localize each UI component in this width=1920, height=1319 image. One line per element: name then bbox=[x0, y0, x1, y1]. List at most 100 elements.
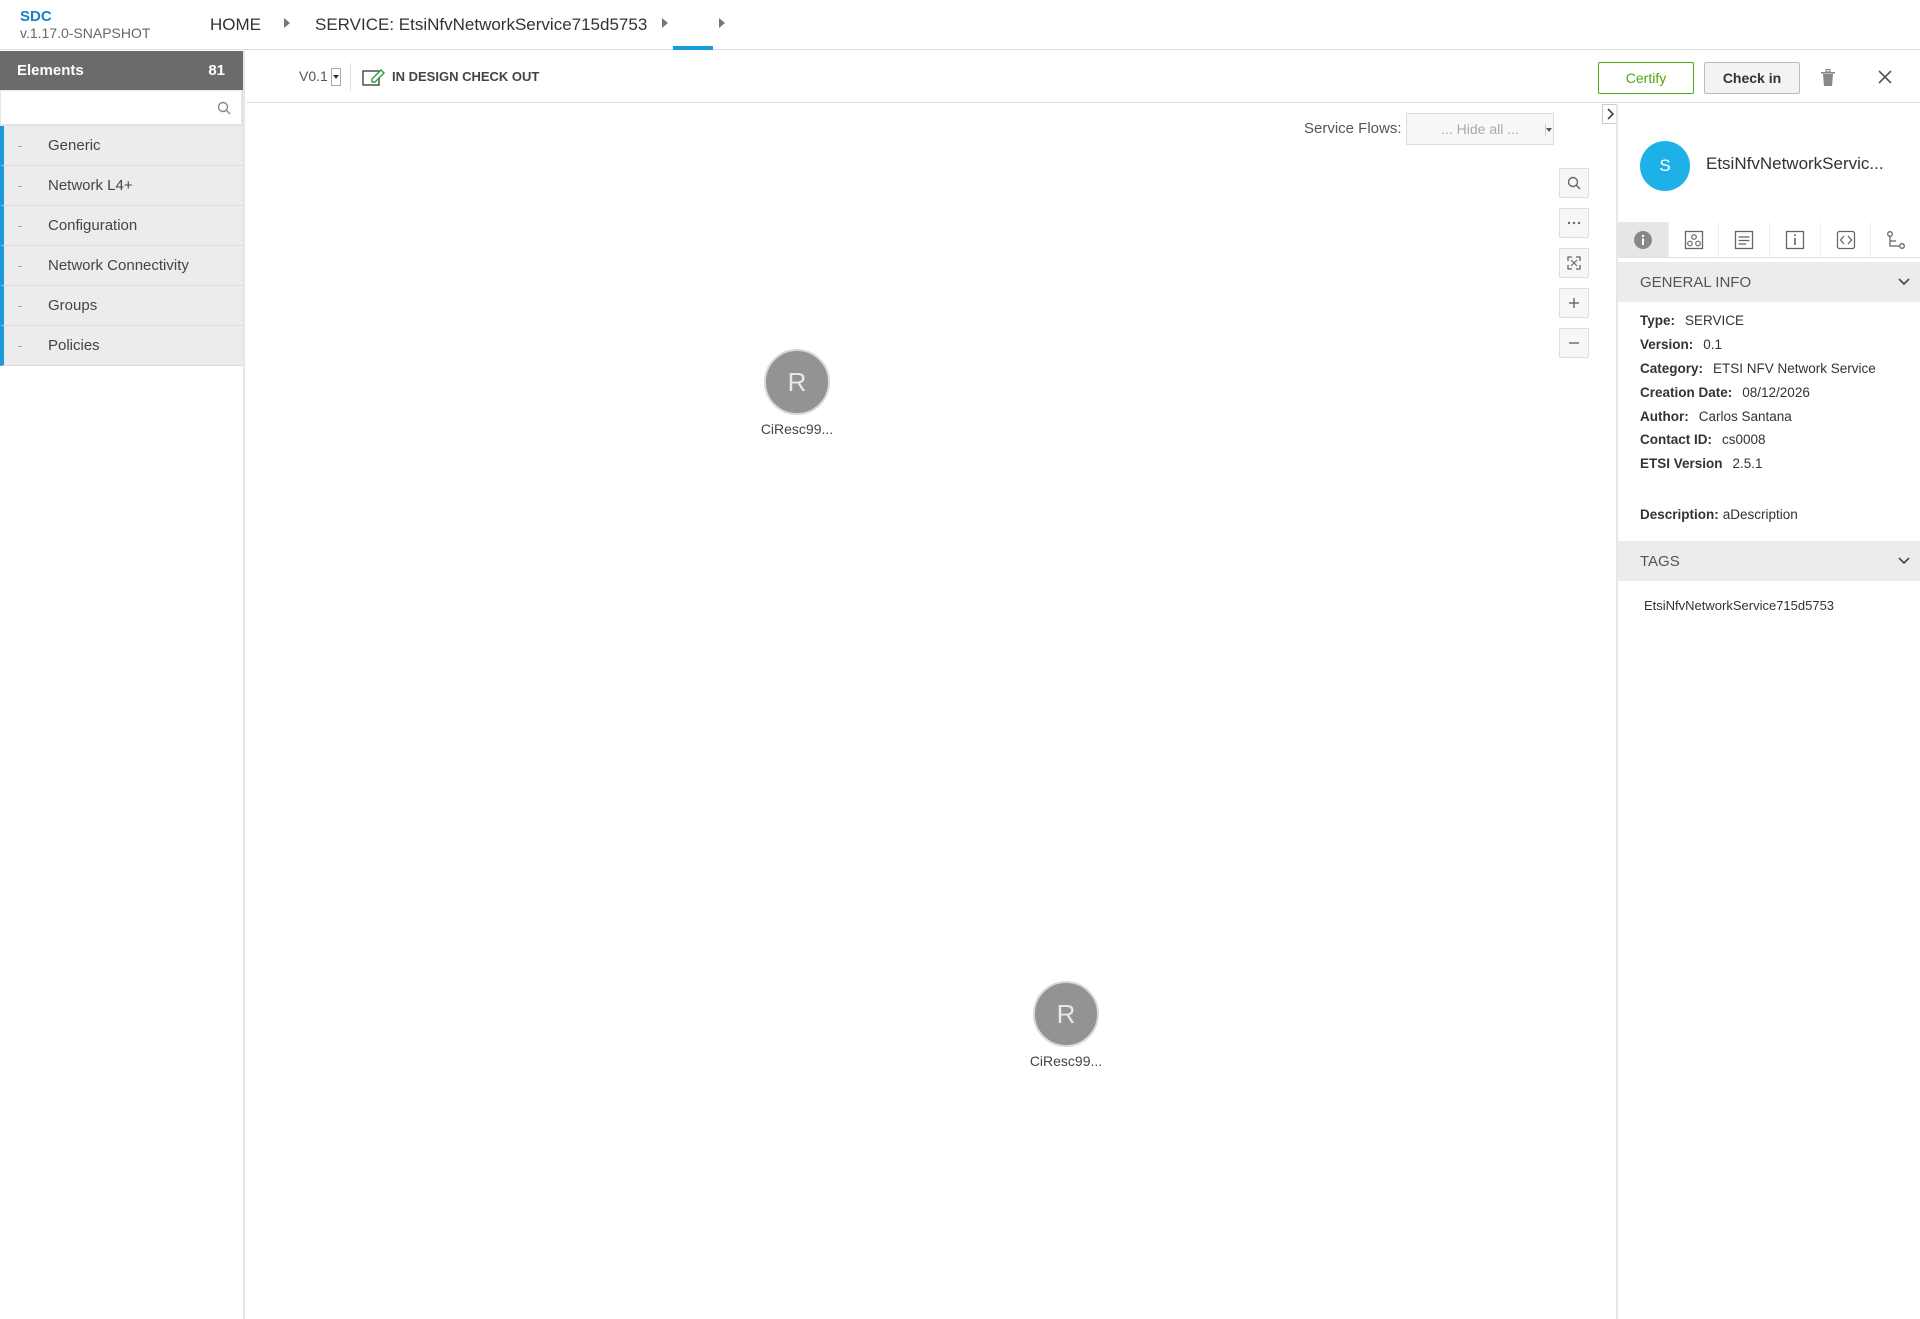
elements-title: Elements bbox=[17, 62, 84, 79]
lifecycle-state: IN DESIGN CHECK OUT bbox=[392, 69, 540, 84]
info-label: ETSI Version bbox=[1640, 456, 1723, 471]
chevron-down-icon bbox=[1898, 278, 1910, 286]
tab-relations[interactable] bbox=[1871, 222, 1920, 257]
tag-item: EtsiNfvNetworkService715d5753 bbox=[1644, 598, 1835, 613]
category-network-l4[interactable]: - Network L4+ bbox=[0, 166, 243, 206]
relations-icon bbox=[1887, 230, 1906, 249]
search-icon bbox=[1567, 176, 1581, 190]
breadcrumb-arrow-icon[interactable] bbox=[719, 18, 725, 28]
fit-icon bbox=[1567, 256, 1581, 270]
canvas-node[interactable]: R CiResc99... bbox=[1026, 981, 1106, 1069]
node-icon: R bbox=[1033, 981, 1099, 1047]
breadcrumb-active-indicator bbox=[673, 46, 713, 50]
info-author: Author: Carlos Santana bbox=[1640, 409, 1792, 424]
service-flows-select[interactable]: ... Hide all ... bbox=[1406, 113, 1554, 145]
category-label: Policies bbox=[48, 337, 100, 354]
zoom-in-button[interactable] bbox=[1559, 288, 1589, 318]
canvas-fit-button[interactable] bbox=[1559, 248, 1589, 278]
info-contact-id: Contact ID: cs0008 bbox=[1640, 432, 1766, 447]
avatar: S bbox=[1640, 141, 1690, 191]
chevron-right-icon bbox=[1607, 108, 1614, 120]
api-icon bbox=[1836, 230, 1855, 249]
elements-count: 81 bbox=[208, 62, 225, 79]
category-groups[interactable]: - Groups bbox=[0, 286, 243, 326]
service-flows-value: ... Hide all ... bbox=[1441, 121, 1519, 137]
general-info-header[interactable]: GENERAL INFO bbox=[1618, 262, 1920, 302]
category-label: Configuration bbox=[48, 217, 138, 234]
chevron-down-icon bbox=[1545, 124, 1552, 136]
checkout-edit-icon bbox=[362, 69, 385, 86]
description-value: aDescription bbox=[1722, 507, 1798, 522]
close-icon[interactable] bbox=[1878, 70, 1892, 84]
info-description: Description: aDescription bbox=[1640, 507, 1798, 522]
top-bar: SDC v.1.17.0-SNAPSHOT HOME SERVICE: Etsi… bbox=[0, 0, 1920, 50]
info-label: Creation Date: bbox=[1640, 385, 1733, 400]
check-in-button[interactable]: Check in bbox=[1704, 62, 1800, 94]
tab-composition[interactable] bbox=[1669, 222, 1720, 257]
category-configuration[interactable]: - Configuration bbox=[0, 206, 243, 246]
node-icon: R bbox=[764, 349, 830, 415]
chevron-down-icon[interactable] bbox=[331, 68, 341, 86]
info-value: 2.5.1 bbox=[1732, 456, 1763, 471]
category-label: Network L4+ bbox=[48, 177, 133, 194]
service-flows-label: Service Flows: bbox=[1304, 120, 1402, 137]
category-generic[interactable]: - Generic bbox=[0, 126, 243, 166]
breadcrumb-home[interactable]: HOME bbox=[210, 15, 261, 35]
brand-version: v.1.17.0-SNAPSHOT bbox=[20, 25, 151, 41]
elements-search bbox=[0, 90, 243, 126]
category-label: Generic bbox=[48, 137, 101, 154]
zoom-in-icon bbox=[1569, 298, 1579, 308]
breadcrumb-arrow-icon[interactable] bbox=[662, 18, 668, 28]
node-label: CiResc99... bbox=[1029, 1053, 1103, 1069]
zoom-out-button[interactable] bbox=[1559, 328, 1589, 358]
tags-header[interactable]: TAGS bbox=[1618, 541, 1920, 581]
info-value: cs0008 bbox=[1722, 432, 1766, 447]
collapse-marker: - bbox=[18, 218, 23, 233]
tab-general-info[interactable] bbox=[1618, 222, 1669, 257]
category-label: Network Connectivity bbox=[48, 257, 189, 274]
info-etsi-version: ETSI Version 2.5.1 bbox=[1640, 456, 1763, 471]
info-label: Author: bbox=[1640, 409, 1689, 424]
certify-button[interactable]: Certify bbox=[1598, 62, 1694, 94]
deployment-icon bbox=[1735, 230, 1754, 249]
info-icon bbox=[1633, 230, 1652, 249]
more-icon bbox=[1567, 221, 1581, 225]
category-network-connectivity[interactable]: - Network Connectivity bbox=[0, 246, 243, 286]
info-label: Contact ID: bbox=[1640, 432, 1712, 447]
info-label: Version: bbox=[1640, 337, 1694, 352]
tab-api[interactable] bbox=[1821, 222, 1872, 257]
elements-panel: Elements 81 - Generic - Network L4+ - Confi… bbox=[0, 51, 245, 1319]
collapse-marker: - bbox=[18, 178, 23, 193]
canvas-more-button[interactable] bbox=[1559, 208, 1589, 238]
collapse-marker: - bbox=[18, 258, 23, 273]
canvas-search-button[interactable] bbox=[1559, 168, 1589, 198]
collapse-marker: - bbox=[18, 138, 23, 153]
category-policies[interactable]: - Policies bbox=[0, 326, 243, 366]
composition-canvas[interactable]: Service Flows: ... Hide all ... R CiResc… bbox=[246, 104, 1616, 1319]
elements-header: Elements 81 bbox=[0, 51, 243, 90]
tab-properties[interactable] bbox=[1770, 222, 1821, 257]
node-label: CiResc99... bbox=[760, 421, 834, 437]
tab-deployment[interactable] bbox=[1719, 222, 1771, 257]
info-creation-date: Creation Date: 08/12/2026 bbox=[1640, 385, 1810, 400]
elements-search-input[interactable] bbox=[0, 90, 242, 125]
info-value: SERVICE bbox=[1685, 313, 1745, 328]
trash-icon[interactable] bbox=[1820, 69, 1836, 87]
info-version: Version: 0.1 bbox=[1640, 337, 1722, 352]
chevron-down-icon bbox=[1898, 557, 1910, 565]
category-label: Groups bbox=[48, 297, 98, 314]
collapse-marker: - bbox=[18, 298, 23, 313]
search-icon[interactable] bbox=[217, 101, 231, 115]
divider bbox=[350, 63, 351, 91]
tags-title: TAGS bbox=[1640, 552, 1680, 570]
breadcrumb-service[interactable]: SERVICE: EtsiNfvNetworkService715d5753 bbox=[315, 15, 647, 35]
info-type: Type: SERVICE bbox=[1640, 313, 1744, 328]
brand[interactable]: SDC v.1.17.0-SNAPSHOT bbox=[20, 8, 151, 42]
brand-name: SDC bbox=[20, 8, 52, 25]
composition-icon bbox=[1684, 230, 1703, 249]
version-select[interactable]: V0.1 bbox=[299, 68, 328, 84]
info-category: Category: ETSI NFV Network Service bbox=[1640, 361, 1876, 376]
canvas-node[interactable]: R CiResc99... bbox=[757, 349, 837, 437]
collapse-marker: - bbox=[18, 338, 23, 353]
breadcrumb-arrow-icon[interactable] bbox=[284, 18, 290, 28]
